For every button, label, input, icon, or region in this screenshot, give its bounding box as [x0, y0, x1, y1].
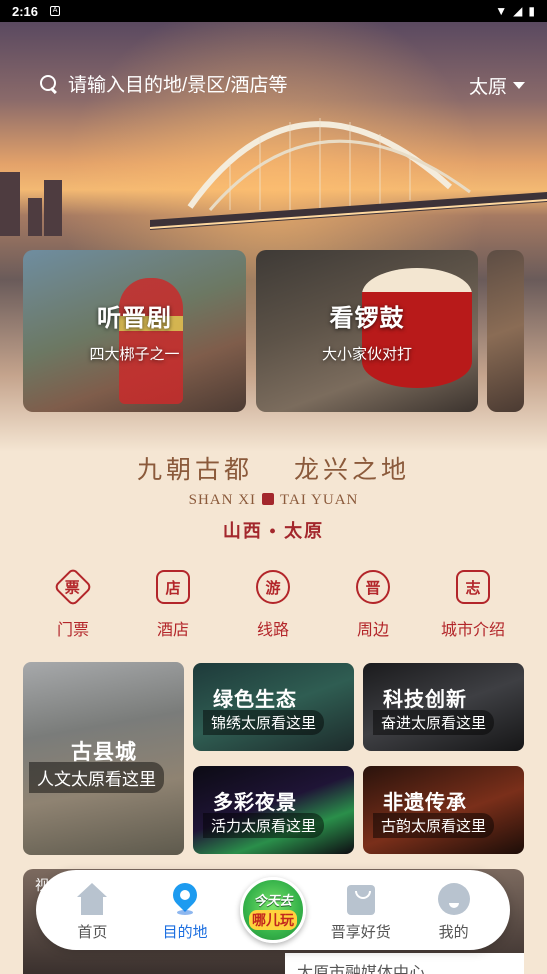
- chevron-down-icon: [513, 82, 525, 89]
- wifi-icon: ▼: [495, 4, 508, 18]
- status-bar: 2:16 A ▼ ◢ ▮: [0, 0, 547, 22]
- quick-nav-city-intro[interactable]: 志 城市介绍: [423, 570, 523, 640]
- quick-nav-tickets[interactable]: 票 门票: [23, 567, 123, 640]
- feature-night-view[interactable]: 多彩夜景 活力太原看这里: [193, 766, 354, 854]
- search-bar[interactable]: 请输入目的地/景区/酒店等: [40, 70, 288, 97]
- notification-icon: A: [50, 6, 61, 16]
- slogan-en-right: TAI YUAN: [280, 492, 359, 508]
- slogan-english: SHAN XI TAI YUAN: [0, 492, 547, 509]
- feature-title: 绿色生态: [213, 689, 297, 711]
- feature-tech-innovation[interactable]: 科技创新 奋进太原看这里: [363, 663, 524, 751]
- profile-icon: [436, 883, 472, 917]
- card-next-peek[interactable]: [487, 250, 524, 412]
- slogan-en-left: SHAN XI: [188, 492, 257, 508]
- battery-icon: ▮: [528, 4, 535, 18]
- quick-nav-label: 周边: [356, 622, 389, 639]
- slogan-right: 龙兴之地: [294, 457, 411, 484]
- city-intro-icon: 志: [456, 570, 490, 604]
- tab-label: 目的地: [162, 924, 208, 941]
- hero-banner: 请输入目的地/景区/酒店等 太原 听晋剧 四大梆子之一 看锣鼓 大小家伙对打: [0, 22, 547, 452]
- quick-nav-label: 酒店: [156, 622, 189, 639]
- hotel-icon: 店: [156, 570, 190, 604]
- card-title: 看锣鼓: [329, 305, 405, 332]
- search-input[interactable]: 请输入目的地/景区/酒店等: [68, 70, 288, 97]
- slogan-left: 九朝古都: [136, 457, 253, 484]
- route-icon: 游: [256, 570, 290, 604]
- feature-subtitle: 古韵太原看这里: [373, 813, 495, 838]
- feature-title: 非遗传承: [383, 792, 467, 814]
- feature-green-ecology[interactable]: 绿色生态 锦绣太原看这里: [193, 663, 354, 751]
- home-icon: [74, 883, 110, 917]
- quick-nav: 票 门票 店 酒店 游 线路 晋 周边 志 城市介绍: [23, 567, 523, 640]
- shopping-bag-icon: [343, 883, 379, 917]
- tab-label: 我的: [438, 924, 469, 941]
- feature-subtitle: 奋进太原看这里: [373, 710, 495, 735]
- video-source: 太原市融媒体中心: [285, 953, 524, 974]
- signal-icon: ◢: [513, 4, 523, 18]
- quick-nav-routes[interactable]: 游 线路: [223, 570, 323, 640]
- feature-subtitle: 人文太原看这里: [29, 762, 164, 793]
- location-pin-icon: [167, 878, 203, 917]
- card-subtitle: 四大梆子之一: [89, 346, 180, 363]
- search-icon: [40, 74, 58, 93]
- tab-home[interactable]: 首页: [52, 883, 132, 942]
- quick-nav-hotel[interactable]: 店 酒店: [123, 570, 223, 640]
- slogan-chinese: 九朝古都 龙兴之地: [0, 450, 547, 486]
- card-opera[interactable]: 听晋剧 四大梆子之一: [23, 250, 246, 412]
- badge-line1: 今天去: [253, 893, 293, 908]
- tab-label: 晋享好货: [330, 924, 391, 941]
- seal-icon: [262, 493, 275, 505]
- feature-title: 多彩夜景: [213, 792, 297, 814]
- quick-nav-label: 门票: [56, 622, 89, 639]
- city-skyline: [0, 156, 70, 236]
- feature-title: 科技创新: [383, 689, 467, 711]
- quick-nav-label: 城市介绍: [440, 622, 505, 639]
- status-time: 2:16: [12, 3, 39, 19]
- card-drum[interactable]: 看锣鼓 大小家伙对打: [256, 250, 478, 412]
- bridge-illustration: [150, 118, 547, 230]
- feature-heritage[interactable]: 非遗传承 古韵太原看这里: [363, 766, 524, 854]
- status-icons: ▼ ◢ ▮: [495, 4, 535, 18]
- opera-performer-image: [119, 278, 183, 404]
- city-selector[interactable]: 太原: [469, 72, 525, 99]
- quick-nav-label: 线路: [256, 622, 289, 639]
- quick-nav-nearby[interactable]: 晋 周边: [323, 570, 423, 640]
- feature-subtitle: 活力太原看这里: [203, 813, 325, 838]
- badge-line2: 哪儿玩: [249, 910, 297, 930]
- ticket-icon: 票: [53, 567, 93, 607]
- nearby-icon: 晋: [356, 570, 390, 604]
- tab-shop[interactable]: 晋享好货: [321, 883, 401, 942]
- tab-label: 首页: [77, 924, 108, 941]
- slogan-subtitle: 山西 • 太原: [222, 521, 325, 541]
- tab-destination[interactable]: 目的地: [145, 878, 225, 942]
- city-selector-label: 太原: [468, 77, 507, 98]
- card-subtitle: 大小家伙对打: [321, 346, 412, 363]
- where-to-go-button[interactable]: 今天去 哪儿玩: [240, 877, 306, 943]
- tab-profile[interactable]: 我的: [414, 883, 494, 942]
- feature-subtitle: 锦绣太原看这里: [203, 710, 325, 735]
- feature-ancient-town[interactable]: 古县城 人文太原看这里: [23, 662, 184, 855]
- card-title: 听晋剧: [97, 305, 172, 332]
